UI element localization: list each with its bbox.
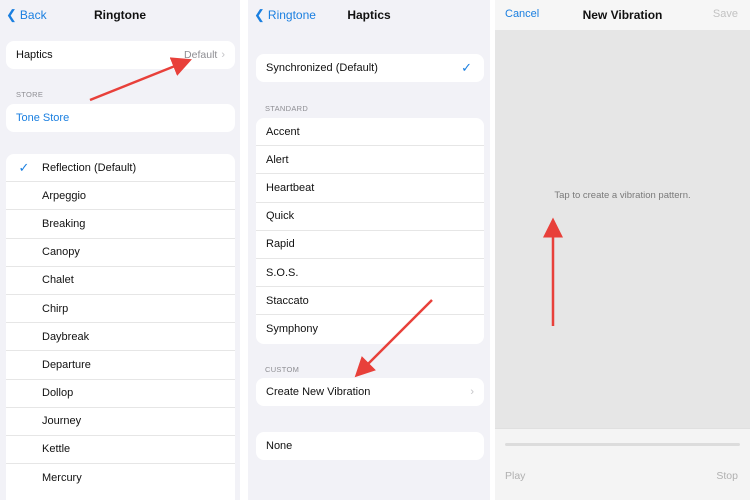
haptics-navbar: ❮ Ringtone Haptics <box>248 0 490 30</box>
haptic-item-label: Heartbeat <box>266 181 315 194</box>
new-vibration-panel: Cancel New Vibration Save Tap to create … <box>495 0 750 500</box>
standard-section-header: STANDARD <box>265 104 309 113</box>
page-title: New Vibration <box>582 8 663 22</box>
save-button[interactable]: Save <box>713 8 738 20</box>
synchronized-label: Synchronized (Default) <box>266 62 378 75</box>
page-title: Ringtone <box>94 8 146 22</box>
haptics-row[interactable]: Haptics Default › <box>6 41 235 69</box>
standard-list: Accent Alert Heartbeat Quick Rapid S.O.S… <box>256 118 484 344</box>
haptic-item-label: Symphony <box>266 323 318 336</box>
tone-item-canopy[interactable]: Canopy <box>6 239 235 267</box>
tone-item-reflection[interactable]: ✓ Reflection (Default) <box>6 154 235 183</box>
haptic-item-label: Staccato <box>266 294 309 307</box>
tone-item-label: Departure <box>42 358 91 371</box>
tone-item-chirp[interactable]: Chirp <box>6 295 235 324</box>
new-vibration-navbar: Cancel New Vibration Save <box>495 0 750 30</box>
tone-item-label: Daybreak <box>42 330 90 343</box>
tone-item-label: Dollop <box>42 387 74 400</box>
tone-list: ✓ Reflection (Default) Arpeggio Breaking… <box>6 154 235 500</box>
tone-store-link[interactable]: Tone Store <box>6 104 235 132</box>
custom-section-header: CUSTOM <box>265 365 300 374</box>
tone-store-label: Tone Store <box>16 112 70 125</box>
tone-item-label: Reflection (Default) <box>42 161 137 174</box>
haptic-item-rapid[interactable]: Rapid <box>256 231 484 259</box>
ringtone-navbar: ❮ Back Ringtone <box>0 0 240 30</box>
tone-item-label: Kettle <box>42 443 71 456</box>
tone-item-label: Canopy <box>42 246 80 259</box>
none-label: None <box>266 440 293 453</box>
checkmark-icon: ✓ <box>18 159 30 175</box>
none-row[interactable]: None <box>256 432 484 460</box>
haptics-card: Haptics Default › <box>6 41 235 70</box>
haptic-item-symphony[interactable]: Symphony <box>256 315 484 343</box>
haptics-label: Haptics <box>16 49 53 62</box>
haptic-item-sos[interactable]: S.O.S. <box>256 259 484 288</box>
custom-card: Create New Vibration › <box>256 378 484 407</box>
tone-item-label: Chirp <box>42 302 69 315</box>
tone-item-label: Breaking <box>42 217 86 230</box>
chevron-right-icon: › <box>221 49 225 62</box>
tone-item-mercury[interactable]: Mercury <box>6 464 235 492</box>
tone-item-journey[interactable]: Journey <box>6 408 235 436</box>
create-new-vibration-row[interactable]: Create New Vibration › <box>256 378 484 406</box>
page-title: Haptics <box>347 8 391 22</box>
haptic-item-quick[interactable]: Quick <box>256 203 484 231</box>
haptic-item-label: Alert <box>266 153 289 166</box>
haptic-item-label: S.O.S. <box>266 266 299 279</box>
chevron-right-icon: › <box>470 386 474 399</box>
play-button[interactable]: Play <box>505 470 525 482</box>
tone-item-kettle[interactable]: Kettle <box>6 436 235 465</box>
create-new-vibration-label: Create New Vibration <box>266 386 371 399</box>
haptics-panel: ❮ Ringtone Haptics Synchronized (Default… <box>248 0 490 500</box>
store-card: Tone Store <box>6 104 235 133</box>
store-section-header: STORE <box>16 90 44 99</box>
tone-item-label: Journey <box>42 415 82 428</box>
haptic-item-staccato[interactable]: Staccato <box>256 287 484 316</box>
ringtone-panel: ❮ Back Ringtone Haptics Default › STORE … <box>0 0 240 500</box>
tone-item-breaking[interactable]: Breaking <box>6 210 235 239</box>
haptic-item-alert[interactable]: Alert <box>256 146 484 175</box>
tone-item-label: Mercury <box>42 472 82 485</box>
haptic-item-heartbeat[interactable]: Heartbeat <box>256 174 484 203</box>
tone-item-departure[interactable]: Departure <box>6 351 235 380</box>
playback-bar: Play Stop <box>495 428 750 500</box>
checkmark-icon: ✓ <box>461 60 472 76</box>
haptic-item-label: Quick <box>266 210 295 223</box>
haptic-item-accent[interactable]: Accent <box>256 118 484 147</box>
tone-item-arpeggio[interactable]: Arpeggio <box>6 182 235 211</box>
tone-item-daybreak[interactable]: Daybreak <box>6 323 235 352</box>
tone-item-label: Chalet <box>42 274 74 287</box>
tone-item-chalet[interactable]: Chalet <box>6 267 235 295</box>
synchronized-card: Synchronized (Default) ✓ <box>256 54 484 83</box>
vibration-hint: Tap to create a vibration pattern. <box>554 190 691 201</box>
synchronized-row[interactable]: Synchronized (Default) ✓ <box>256 54 484 82</box>
vibration-tap-area[interactable] <box>495 30 750 428</box>
haptic-item-label: Accent <box>266 125 300 138</box>
none-card: None <box>256 432 484 461</box>
tone-item-label: Arpeggio <box>42 189 87 202</box>
haptic-item-label: Rapid <box>266 238 295 251</box>
stop-button[interactable]: Stop <box>716 470 738 482</box>
haptics-value: Default <box>184 49 218 62</box>
tone-item-dollop[interactable]: Dollop <box>6 380 235 408</box>
pattern-track[interactable] <box>505 443 740 446</box>
